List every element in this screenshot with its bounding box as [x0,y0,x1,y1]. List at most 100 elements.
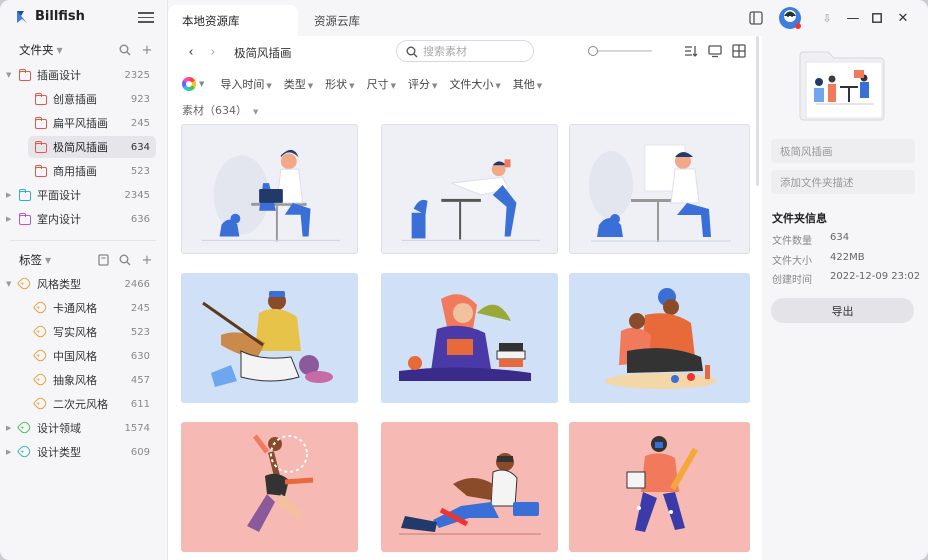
filter-label: 类型 [283,78,306,91]
chevron-down-icon[interactable]: ▼ [199,80,204,88]
billfish-logo-icon [17,10,27,23]
expand-caret-icon[interactable]: ▼ [6,71,11,79]
filter-file-size[interactable]: 文件大小 ▼ [449,76,500,92]
filter-label: 评分 [407,78,430,91]
folder-item[interactable]: ▶ 平面设计 2345 [0,183,168,207]
item-count: 634 [130,141,150,153]
chevron-down-icon: ▼ [253,108,259,116]
folder-name-value: 极简风插画 [780,145,833,158]
info-row: 文件数量 634 [772,232,849,247]
item-label: 设计类型 [37,446,81,459]
item-count: 2345 [124,189,150,201]
folder-item[interactable]: ▶ 室内设计 636 [0,207,168,231]
preview-mode-icon[interactable] [707,43,723,59]
tag-icon [16,275,33,292]
filter-label: 文件大小 [449,78,494,91]
item-label: 创意插画 [53,93,97,106]
asset-card-laptop-dog[interactable] [181,124,358,254]
tags-header[interactable]: 标签 ▼ + [0,250,168,270]
collapse-caret-icon[interactable]: ▶ [6,191,11,199]
filter-size[interactable]: 尺寸 ▼ [367,76,396,92]
asset-card-guitar[interactable] [181,273,358,403]
folders-header[interactable]: 文件夹 ▼ + [0,40,168,60]
filter-shape[interactable]: 形状 ▼ [325,76,354,92]
app-name: Billfish [35,9,85,24]
scrollbar[interactable] [756,36,759,186]
folder-thumbnail [798,50,886,122]
tag-item[interactable]: 卡通风格 245 [0,296,168,320]
search-input[interactable]: 搜索素材 [396,40,534,62]
minimize-icon[interactable]: — [844,9,862,27]
folder-item[interactable]: 创意插画 923 [0,87,168,111]
tag-item[interactable]: ▶ 设计领域 1574 [0,416,168,440]
folder-item[interactable]: 极简风插画 634 [0,135,168,159]
tag-item[interactable]: ▶ 设计类型 609 [0,440,168,464]
search-icon[interactable] [118,43,132,57]
asset-card-laptop-cat[interactable] [569,124,750,254]
folder-icon [18,68,31,81]
asset-card-dance[interactable] [181,422,358,552]
avatar[interactable] [778,6,802,30]
folder-item[interactable]: ▼ 插画设计 2325 [0,63,168,87]
slider-knob[interactable] [588,46,598,56]
add-folder-icon[interactable]: + [140,43,154,58]
filter-import-time[interactable]: 导入时间 ▼ [220,76,271,92]
folder-item[interactable]: 商用插画 523 [0,159,168,183]
folder-description-field[interactable]: 添加文件夹描述 [771,170,915,194]
tag-item[interactable]: 抽象风格 457 [0,368,168,392]
illustration-thumbnail [605,288,717,389]
filter-rating[interactable]: 评分 ▼ [408,76,437,92]
panel-toggle-icon[interactable] [748,10,764,26]
asset-card-reading[interactable] [381,273,558,403]
folder-item[interactable]: 扁平风插画 245 [0,111,168,135]
expand-caret-icon[interactable]: ▼ [6,280,11,288]
item-count: 609 [130,446,150,458]
collapse-caret-icon[interactable]: ▶ [6,424,11,432]
info-label: 文件数量 [772,236,812,247]
item-count: 245 [130,117,150,129]
pin-icon[interactable]: ⇩ [820,10,834,26]
forward-arrow-icon[interactable]: › [206,45,220,60]
illustration-thumbnail [399,294,531,381]
tag-item[interactable]: ▼ 风格类型 2466 [0,272,168,296]
bookmark-icon[interactable] [96,253,110,267]
illustration-thumbnail [399,453,541,535]
folder-name-field[interactable]: 极简风插画 [771,139,915,163]
asset-card-yoga[interactable] [381,124,558,254]
item-count: 2466 [124,278,150,290]
info-label: 创建时间 [772,275,812,286]
filter-other[interactable]: 其他 ▼ [513,76,542,92]
tag-item[interactable]: 中国风格 630 [0,344,168,368]
tab-label: 本地资源库 [182,13,240,28]
item-count: 923 [130,93,150,105]
sort-icon[interactable] [683,43,699,59]
collapse-caret-icon[interactable]: ▶ [6,215,11,223]
asset-card-pencil[interactable] [569,422,750,552]
add-tag-icon[interactable]: + [140,253,154,268]
asset-card-picnic[interactable] [569,273,750,403]
filter-label: 导入时间 [220,78,265,91]
info-panel: 极简风插画 添加文件夹描述 文件夹信息 文件数量 634 文件大小 422MB 创建… [762,36,928,560]
search-icon[interactable] [118,253,132,267]
item-label: 扁平风插画 [53,117,108,130]
thumbnail-size-slider[interactable] [588,46,652,56]
back-arrow-icon[interactable]: ‹ [184,45,198,60]
tab-local-library[interactable]: 本地资源库 [168,5,298,36]
maximize-icon[interactable] [868,9,886,27]
filter-type[interactable]: 类型 ▼ [284,76,313,92]
tag-icon [16,443,33,460]
grid-view-icon[interactable] [731,43,747,59]
close-icon[interactable]: ✕ [894,9,912,27]
folder-info-title: 文件夹信息 [772,212,827,225]
illustration-thumbnail [401,159,541,241]
asset-count[interactable]: 素材（634） ▼ [182,102,258,118]
tag-item[interactable]: 二次元风格 611 [0,392,168,416]
item-label: 写实风格 [53,326,97,339]
tab-cloud-library[interactable]: 资源云库 [300,5,374,36]
collapse-caret-icon[interactable]: ▶ [6,448,11,456]
tag-item[interactable]: 写实风格 523 [0,320,168,344]
color-filter-icon[interactable] [182,77,196,91]
asset-card-sitting[interactable] [381,422,558,552]
export-button[interactable]: 导出 [771,298,914,323]
menu-icon[interactable] [138,10,154,24]
